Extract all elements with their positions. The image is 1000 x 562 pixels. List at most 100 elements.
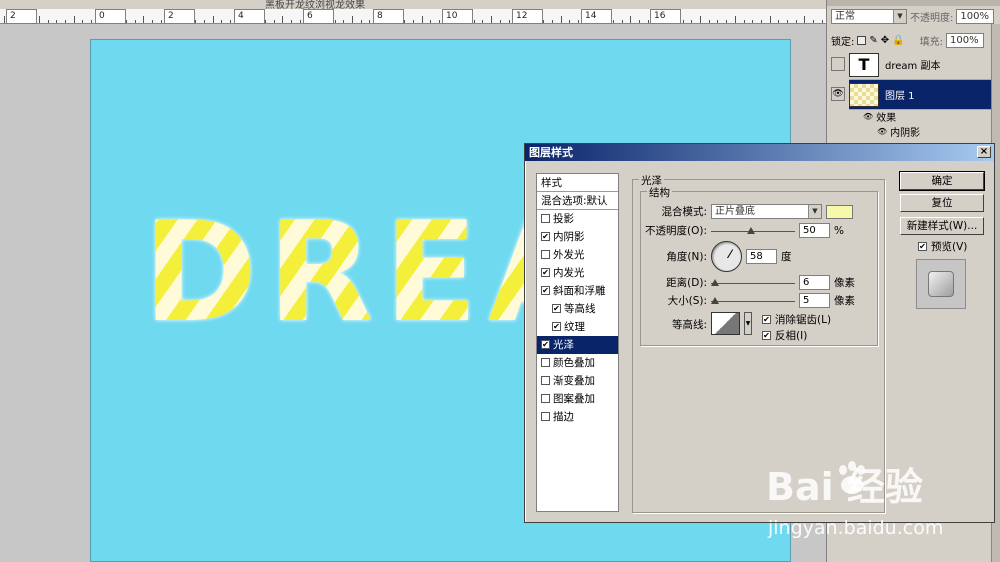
opacity-input[interactable]: 50 — [799, 223, 830, 238]
size-slider[interactable] — [711, 296, 795, 306]
dialog-title-bar: 图层样式 × — [525, 144, 994, 161]
style-checkbox[interactable] — [541, 376, 550, 385]
style-item[interactable]: ✔ 斜面和浮雕 — [537, 282, 618, 300]
antialias-checkbox[interactable]: ✔ — [762, 315, 771, 324]
lock-transparency-icon[interactable] — [857, 36, 867, 45]
visibility-toggle-layer1[interactable]: 👁 — [831, 87, 845, 101]
style-item[interactable]: ✔ 等高线 — [537, 300, 618, 318]
ruler-tick — [48, 20, 49, 23]
invert-option[interactable]: ✔ 反相(I) — [762, 328, 831, 343]
ruler-tick — [700, 16, 701, 23]
slider-knob[interactable] — [711, 278, 719, 286]
distance-input[interactable]: 6 — [799, 275, 830, 290]
style-item[interactable]: ✔ 纹理 — [537, 318, 618, 336]
ruler-tick — [822, 20, 823, 23]
size-input[interactable]: 5 — [799, 293, 830, 308]
angle-dial[interactable] — [711, 241, 742, 272]
style-item-label: 颜色叠加 — [553, 356, 595, 369]
style-checkbox[interactable]: ✔ — [541, 232, 550, 241]
ruler-tick — [622, 20, 623, 23]
style-item-label: 渐变叠加 — [553, 374, 595, 387]
invert-checkbox[interactable]: ✔ — [762, 331, 771, 340]
ruler-tick — [195, 20, 196, 23]
style-item[interactable]: 样式 — [537, 174, 618, 192]
distance-slider[interactable] — [711, 278, 795, 288]
style-item[interactable]: ✔ 内发光 — [537, 264, 618, 282]
style-checkbox[interactable]: ✔ — [541, 286, 550, 295]
angle-input[interactable]: 58 — [746, 249, 777, 264]
layer-row-layer1[interactable]: 图层 1 ƒ — [849, 80, 1000, 110]
style-item[interactable]: 外发光 — [537, 246, 618, 264]
new-style-button[interactable]: 新建样式(W)... — [900, 217, 984, 235]
style-item-label: 光泽 — [553, 338, 574, 351]
lock-icon[interactable]: 🔒 — [892, 35, 904, 46]
ruler-tick — [39, 16, 40, 23]
ruler-tick — [717, 20, 718, 23]
chevron-down-icon: ▼ — [808, 205, 821, 218]
style-checkbox[interactable] — [541, 358, 550, 367]
style-item[interactable]: 图案叠加 — [537, 390, 618, 408]
style-checkbox[interactable] — [541, 412, 550, 421]
antialias-option[interactable]: ✔ 消除锯齿(L) — [762, 312, 831, 327]
layer-opacity-input[interactable]: 100% — [956, 9, 995, 24]
ruler-tick — [56, 20, 57, 23]
ruler-tick — [152, 20, 153, 23]
brush-icon[interactable]: ✎ — [869, 35, 877, 46]
style-checkbox[interactable]: ✔ — [541, 340, 550, 349]
style-item[interactable]: ✔ 内阴影 — [537, 228, 618, 246]
chevron-down-icon: ▼ — [893, 10, 906, 23]
reset-button[interactable]: 复位 — [900, 194, 984, 212]
blend-mode-select[interactable]: 正片叠底 ▼ — [711, 204, 822, 219]
layer-blend-mode-select[interactable]: 正常 ▼ — [831, 9, 907, 24]
dialog-title: 图层样式 — [529, 146, 573, 159]
ok-button[interactable]: 确定 — [899, 171, 985, 191]
effect-row-inner-shadow[interactable]: 👁 内阴影 — [877, 124, 920, 139]
layer-opacity-value: 100% — [960, 11, 989, 22]
contour-curve-picker[interactable] — [711, 312, 740, 335]
ruler-tick — [126, 20, 127, 23]
contour-dropdown[interactable]: ▼ — [744, 312, 752, 335]
distance-label: 距离(D): — [666, 277, 707, 289]
preview-checkbox[interactable]: ✔ — [918, 242, 927, 251]
satin-color-swatch[interactable] — [826, 204, 853, 219]
ruler-tick — [630, 16, 631, 23]
blend-mode-value: 正片叠底 — [715, 206, 755, 217]
style-item[interactable]: 投影 — [537, 210, 618, 228]
layer-row-dream-copy[interactable]: T dream 副本 — [849, 50, 1000, 80]
effects-row[interactable]: 👁 效果 — [863, 109, 896, 124]
style-checkbox[interactable] — [541, 250, 550, 259]
preview-option[interactable]: ✔ 预览(V) — [918, 239, 967, 254]
layer-fill-input[interactable]: 100% — [945, 33, 984, 48]
ruler-tick — [770, 16, 771, 23]
style-item[interactable]: 描边 — [537, 408, 618, 426]
ruler-label: 8 — [373, 9, 404, 24]
style-checkbox[interactable] — [541, 394, 550, 403]
ruler-tick — [404, 20, 405, 23]
style-checkbox[interactable]: ✔ — [552, 322, 561, 331]
window-title-bar: 黑板开龙纹浏视龙效果 — [0, 0, 826, 11]
slider-knob[interactable] — [747, 226, 755, 234]
style-checkbox[interactable] — [541, 214, 550, 223]
ruler-tick — [335, 20, 336, 23]
visibility-toggle-dream-copy[interactable] — [831, 57, 845, 71]
ruler-tick — [430, 20, 431, 23]
style-checkbox[interactable]: ✔ — [541, 268, 550, 277]
style-item-label: 内发光 — [553, 266, 585, 279]
close-button[interactable]: × — [977, 146, 991, 158]
style-item[interactable]: 颜色叠加 — [537, 354, 618, 372]
ruler-tick — [691, 20, 692, 23]
style-item-label: 外发光 — [553, 248, 585, 261]
style-checkbox[interactable]: ✔ — [552, 304, 561, 313]
opacity-slider[interactable] — [711, 226, 795, 236]
style-item[interactable]: 渐变叠加 — [537, 372, 618, 390]
chevron-down-icon: ▼ — [745, 320, 751, 327]
slider-knob[interactable] — [711, 296, 719, 304]
antialias-label: 消除锯齿(L) — [775, 314, 832, 326]
style-item-label: 混合选项:默认 — [541, 194, 608, 207]
move-icon[interactable]: ✥ — [881, 35, 889, 46]
ruler-tick — [639, 20, 640, 23]
style-item[interactable]: ✔ 光泽 — [537, 336, 618, 354]
contour-row: 等高线: ▼ ✔ 消除锯齿(L) ✔ 反相(I) — [641, 312, 831, 343]
style-item[interactable]: 混合选项:默认 — [537, 192, 618, 210]
fill-label: 填充: — [919, 37, 943, 48]
